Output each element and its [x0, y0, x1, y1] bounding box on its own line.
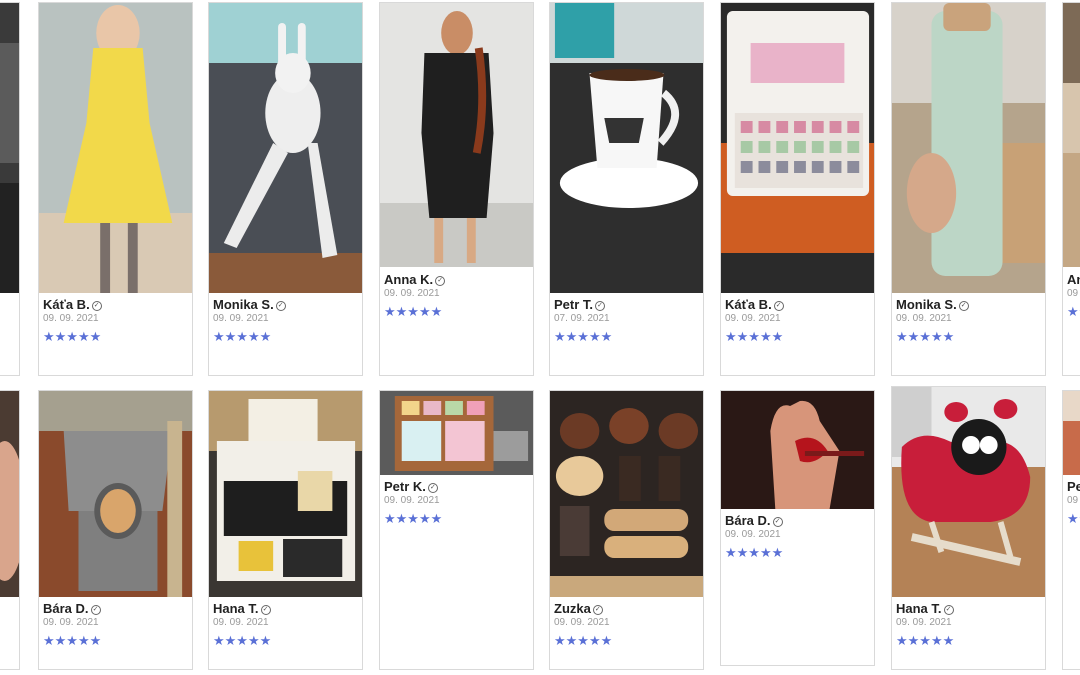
check-circle-icon: ✓ [260, 604, 271, 615]
review-card[interactable]: Anna K. ✓ 09. 09. 2021 ★★★★★ [379, 2, 534, 376]
review-date: 09. 09. 2021 [896, 617, 952, 628]
reviewer-name: Petr K. ✓ [384, 479, 533, 494]
star-rating: ★★★★★ [896, 329, 955, 344]
review-card[interactable]: Pe 09 ★★★★★ [1062, 390, 1080, 670]
review-photo[interactable] [0, 3, 19, 293]
review-photo[interactable] [550, 391, 703, 597]
check-circle-icon: ✓ [958, 300, 969, 311]
star-rating: ★★★★★ [1067, 304, 1080, 319]
star-rating: ★★★★★ [554, 329, 613, 344]
reviewer-name: Hana T. ✓ [896, 601, 1045, 616]
review-card[interactable]: Petr T. ✓ 07. 09. 2021 ★★★★★ [549, 2, 704, 376]
review-card[interactable]: An 09 ★★★★★ [1062, 2, 1080, 376]
reviewer-name: Hana T. ✓ [213, 601, 362, 616]
review-date: 09. 09. 2021 [896, 313, 952, 324]
review-photo[interactable] [892, 3, 1045, 293]
review-date: 09. 09. 2021 [554, 617, 610, 628]
review-card[interactable]: Hana T. ✓ 09. 09. 2021 ★★★★★ [208, 390, 363, 670]
reviewer-name: Bára D. ✓ [725, 513, 874, 528]
reviewer-name: Petr T. ✓ [554, 297, 703, 312]
review-date: 09. 09. 2021 [43, 617, 99, 628]
check-circle-icon: ✓ [275, 300, 286, 311]
reviewer-name: An [1067, 272, 1080, 287]
check-circle-icon: ✓ [435, 275, 446, 286]
reviewer-name: Anna K. ✓ [384, 272, 533, 287]
review-card[interactable]: Monika S. ✓ 09. 09. 2021 ★★★★★ [208, 2, 363, 376]
review-photo[interactable] [721, 3, 874, 293]
reviewer-name: Káťa B. ✓ [725, 297, 874, 312]
review-card[interactable]: Zuzka ✓ 09. 09. 2021 ★★★★★ [549, 390, 704, 670]
review-photo[interactable] [39, 3, 192, 293]
star-rating: ★★★★★ [384, 304, 443, 319]
star-rating: ★★★★★ [896, 633, 955, 648]
review-card[interactable] [0, 390, 20, 670]
star-rating: ★★★★★ [554, 633, 613, 648]
review-card[interactable]: Káťa B. ✓ 09. 09. 2021 ★★★★★ [38, 2, 193, 376]
check-circle-icon: ✓ [943, 604, 954, 615]
star-rating: ★★★★★ [213, 329, 272, 344]
check-circle-icon: ✓ [773, 300, 784, 311]
review-date: 09. 09. 2021 [384, 288, 440, 299]
review-card[interactable]: Petr K. ✓ 09. 09. 2021 ★★★★★ [379, 390, 534, 670]
star-rating: ★★★★★ [384, 511, 443, 526]
review-date: 09. 09. 2021 [725, 313, 781, 324]
review-card[interactable]: Káťa B. ✓ 09. 09. 2021 ★★★★★ [720, 2, 875, 376]
star-rating: ★★★★★ [1067, 511, 1080, 526]
review-photo[interactable] [892, 387, 1045, 597]
check-circle-icon: ✓ [592, 604, 603, 615]
review-photo[interactable] [380, 391, 533, 475]
star-rating: ★★★★★ [725, 329, 784, 344]
review-date: 09 [1067, 288, 1079, 299]
review-photo[interactable] [721, 391, 874, 509]
check-circle-icon: ✓ [595, 300, 606, 311]
check-circle-icon: ✓ [90, 604, 101, 615]
star-rating: ★★★★★ [43, 633, 102, 648]
review-date: 09. 09. 2021 [213, 313, 269, 324]
review-photo[interactable] [0, 391, 19, 597]
check-circle-icon: ✓ [91, 300, 102, 311]
review-card[interactable] [0, 2, 20, 376]
reviewer-name: Zuzka ✓ [554, 601, 703, 616]
review-card[interactable]: Monika S. ✓ 09. 09. 2021 ★★★★★ [891, 2, 1046, 376]
check-circle-icon: ✓ [772, 516, 783, 527]
review-photo[interactable] [209, 391, 362, 597]
review-card[interactable]: Bára D. ✓ 09. 09. 2021 ★★★★★ [38, 390, 193, 670]
review-date: 09. 09. 2021 [725, 529, 781, 540]
reviewer-name: Monika S. ✓ [213, 297, 362, 312]
review-photo[interactable] [1063, 3, 1080, 267]
reviewer-name: Bára D. ✓ [43, 601, 192, 616]
review-card[interactable]: Bára D. ✓ 09. 09. 2021 ★★★★★ [720, 390, 875, 666]
review-photo[interactable] [209, 3, 362, 293]
review-photo[interactable] [380, 3, 533, 267]
check-circle-icon: ✓ [427, 482, 438, 493]
reviewer-name: Káťa B. ✓ [43, 297, 192, 312]
review-date: 09. 09. 2021 [43, 313, 99, 324]
reviewer-name: Pe [1067, 479, 1080, 494]
star-rating: ★★★★★ [725, 545, 784, 560]
review-photo[interactable] [1063, 391, 1080, 475]
review-photo[interactable] [550, 3, 703, 293]
review-photo[interactable] [39, 391, 192, 597]
review-date: 07. 09. 2021 [554, 313, 610, 324]
star-rating: ★★★★★ [43, 329, 102, 344]
review-date: 09 [1067, 495, 1079, 506]
review-date: 09. 09. 2021 [384, 495, 440, 506]
star-rating: ★★★★★ [213, 633, 272, 648]
review-date: 09. 09. 2021 [213, 617, 269, 628]
reviewer-name: Monika S. ✓ [896, 297, 1045, 312]
review-card[interactable]: Hana T. ✓ 09. 09. 2021 ★★★★★ [891, 386, 1046, 670]
